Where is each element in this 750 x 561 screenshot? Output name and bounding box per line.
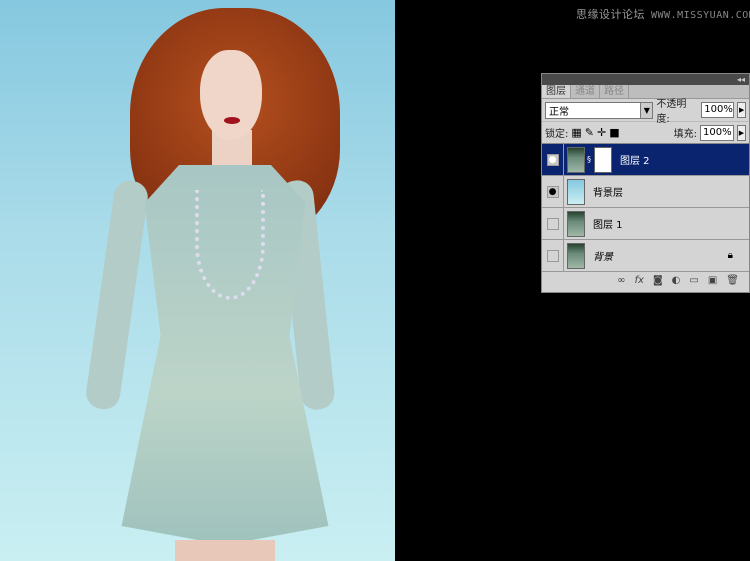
adjustment-icon[interactable]: ◐ (672, 275, 681, 286)
visibility-toggle[interactable]: ● (542, 143, 564, 176)
opacity-input[interactable]: 100% (701, 102, 735, 118)
layer-thumbnail (567, 178, 585, 205)
layer-row-bg-layer[interactable]: ● 背景层 (542, 175, 749, 208)
panel-titlebar[interactable]: ◂◂ (542, 74, 749, 85)
lock-move-icon[interactable]: ✛ (597, 126, 606, 139)
canvas-photo (0, 0, 395, 561)
chain-icon: § (587, 155, 591, 164)
blend-mode-select[interactable]: 正常 ▼ (545, 101, 654, 119)
panel-tabs: 图层 通道 路径 (542, 85, 749, 99)
blend-mode-value: 正常 (549, 106, 569, 118)
lock-all-icon[interactable]: ■ (609, 126, 619, 139)
left-arm (84, 178, 150, 412)
empty-eye-box (546, 217, 559, 230)
tab-channels[interactable]: 通道 (571, 85, 600, 98)
layer-row-background[interactable]: 背景 🔒︎ (542, 239, 749, 272)
visibility-toggle[interactable]: ● (542, 175, 564, 208)
eye-icon: ● (546, 185, 559, 198)
tab-layers[interactable]: 图层 (542, 85, 571, 98)
layer-mask-thumbnail[interactable] (594, 146, 612, 173)
face (200, 50, 262, 140)
fill-input[interactable]: 100% (700, 124, 734, 141)
layer-thumbnail (567, 210, 585, 237)
eye-icon: ● (546, 153, 559, 166)
trash-icon[interactable]: 🗑︎ (726, 275, 739, 286)
fill-label: 填充: (673, 129, 697, 140)
visibility-toggle[interactable] (542, 207, 564, 240)
layer-row-layer1[interactable]: 图层 1 (542, 207, 749, 240)
lock-label: 锁定: (545, 129, 569, 140)
lock-brush-icon[interactable]: ✎ (585, 126, 594, 139)
legs (175, 540, 275, 561)
layer-name: 背景 (593, 252, 613, 263)
opacity-slider-button[interactable]: ▶ (737, 102, 747, 118)
collapse-icon[interactable]: ◂◂ (737, 75, 745, 84)
tab-paths[interactable]: 路径 (600, 85, 629, 98)
layer-name: 图层 2 (620, 156, 650, 167)
lips (224, 117, 240, 124)
new-layer-icon[interactable]: ▣ (708, 275, 717, 286)
mask-icon[interactable]: ◙ (653, 275, 663, 286)
visibility-toggle[interactable] (542, 239, 564, 272)
link-icon[interactable]: ∞ (617, 275, 625, 286)
layer-name: 背景层 (593, 188, 623, 199)
chevron-down-icon: ▼ (640, 102, 653, 118)
watermark-cn: 思缘设计论坛 (576, 8, 645, 21)
empty-eye-box (546, 249, 559, 262)
lock-icon: 🔒︎ (727, 250, 733, 261)
layer-list: ● § 图层 2 ● 背景层 图层 1 背景 🔒︎ (542, 143, 749, 272)
watermark: 思缘设计论坛 WWW.MISSYUAN.COM (576, 6, 750, 22)
opacity-label: 不透明度: (656, 99, 687, 125)
panel-footer: ∞ fx ◙ ◐ ▭ ▣ 🗑︎ (542, 272, 749, 289)
layers-panel: ◂◂ 图层 通道 路径 正常 ▼ 不透明度: 100% ▶ 锁定: ▦ ✎ ✛ ■… (541, 73, 750, 293)
watermark-site: WWW.MISSYUAN.COM (651, 10, 750, 21)
layer-thumbnail (567, 242, 585, 269)
group-icon[interactable]: ▭ (689, 275, 698, 286)
fill-slider-button[interactable]: ▶ (737, 124, 746, 141)
layer-name: 图层 1 (593, 220, 623, 231)
layer-thumbnail (567, 146, 585, 173)
fx-icon[interactable]: fx (635, 275, 644, 286)
necklace (195, 190, 265, 300)
layer-row-layer2[interactable]: ● § 图层 2 (542, 143, 749, 176)
lock-transparency-icon[interactable]: ▦ (571, 126, 581, 139)
